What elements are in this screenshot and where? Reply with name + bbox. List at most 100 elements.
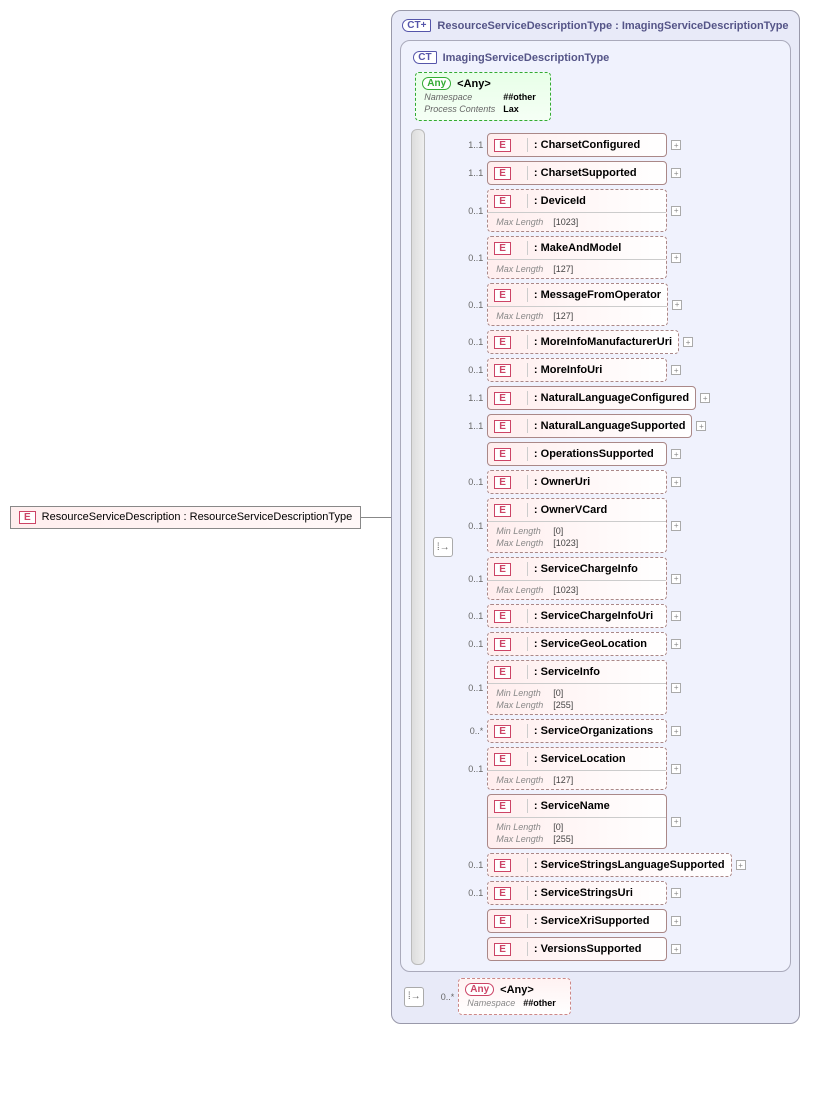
outer-type-header: CT+ ResourceServiceDescriptionType : Ima… (396, 15, 794, 36)
expand-icon[interactable]: + (671, 726, 681, 736)
ref-element[interactable]: E: ServiceNameMin Length[0]Max Length[25… (487, 794, 667, 849)
ref-element[interactable]: E: VersionsSupported (487, 937, 667, 961)
facet-label: Min Length (496, 822, 551, 832)
any-title: <Any> (500, 984, 534, 996)
ref-element[interactable]: E: ServiceChargeInfoMax Length[1023] (487, 557, 667, 600)
ref-element[interactable]: E: ServiceXriSupported (487, 909, 667, 933)
ref-element[interactable]: E: MessageFromOperatorMax Length[127] (487, 283, 668, 326)
facets: Min Length[0]Max Length[1023] (488, 521, 666, 552)
ref-element[interactable]: E: OwnerUri (487, 470, 667, 494)
ref-name: : OperationsSupported (534, 448, 654, 460)
ref-name: : MoreInfoUri (534, 364, 602, 376)
expand-icon[interactable]: + (671, 574, 681, 584)
expand-icon[interactable]: + (672, 300, 682, 310)
inner-type-title: ImagingServiceDescriptionType (443, 52, 610, 64)
ref-element[interactable]: E: NaturalLanguageSupported (487, 414, 692, 438)
separator (527, 942, 528, 956)
element-badge: E (494, 859, 511, 872)
expand-icon[interactable]: + (671, 944, 681, 954)
expand-icon[interactable]: + (671, 449, 681, 459)
expand-icon[interactable]: + (671, 611, 681, 621)
facet-label: Namespace (424, 92, 501, 102)
ref-element[interactable]: E: OperationsSupported (487, 442, 667, 466)
ref-element[interactable]: E: DeviceIdMax Length[1023] (487, 189, 667, 232)
ref-name: : ServiceGeoLocation (534, 638, 647, 650)
expand-icon[interactable]: + (671, 365, 681, 375)
child-row: 0..1E: ServiceGeoLocation+ (457, 632, 745, 656)
ref-name: : OwnerUri (534, 476, 590, 488)
expand-icon[interactable]: + (671, 206, 681, 216)
occurrence: 1..1 (457, 168, 483, 178)
ref-element[interactable]: E: MakeAndModelMax Length[127] (487, 236, 667, 279)
ref-element[interactable]: E: MoreInfoManufacturerUri (487, 330, 679, 354)
expand-icon[interactable]: + (671, 817, 681, 827)
ref-name: : ServiceStringsLanguageSupported (534, 859, 725, 871)
element-badge: E (494, 610, 511, 623)
occurrence: 0..1 (457, 337, 483, 347)
expand-icon[interactable]: + (671, 888, 681, 898)
outer-complex-type: CT+ ResourceServiceDescriptionType : Ima… (391, 10, 799, 1024)
ref-element[interactable]: E: NaturalLanguageConfigured (487, 386, 696, 410)
ref-element[interactable]: E: MoreInfoUri (487, 358, 667, 382)
element-badge: E (494, 887, 511, 900)
sequence-bar (411, 129, 425, 965)
facets: Max Length[1023] (488, 580, 666, 599)
ref-element[interactable]: E: ServiceChargeInfoUri (487, 604, 667, 628)
occurrence: 0..1 (457, 611, 483, 621)
facet-value: [127] (553, 264, 581, 274)
ref-element[interactable]: E : ServiceStringsLanguageSupported (487, 853, 731, 877)
separator (527, 194, 528, 208)
occurrence: 0..1 (457, 521, 483, 531)
ref-element[interactable]: E: CharsetConfigured (487, 133, 667, 157)
ref-element[interactable]: E: CharsetSupported (487, 161, 667, 185)
expand-icon[interactable]: + (671, 764, 681, 774)
ref-name: : ServiceChargeInfo (534, 563, 638, 575)
ref-element[interactable]: E: ServiceLocationMax Length[127] (487, 747, 667, 790)
ref-element[interactable]: E : ServiceStringsUri (487, 881, 667, 905)
occurrence: 0..1 (457, 253, 483, 263)
separator (527, 752, 528, 766)
ref-element[interactable]: E: ServiceInfoMin Length[0]Max Length[25… (487, 660, 667, 715)
expand-icon[interactable]: + (671, 639, 681, 649)
any-wildcard: Any <Any> Namespace##otherProcess Conten… (415, 72, 551, 121)
facet-value: [0] (553, 526, 586, 536)
expand-icon[interactable]: + (671, 140, 681, 150)
sequence-wrap: ⁞→ 1..1E: CharsetConfigured+1..1E: Chars… (407, 129, 783, 965)
expand-icon[interactable]: + (671, 683, 681, 693)
element-badge: E (494, 195, 511, 208)
separator (527, 475, 528, 489)
expand-icon[interactable]: + (671, 168, 681, 178)
element-badge: E (494, 167, 511, 180)
any-badge-icon: Any (422, 77, 451, 90)
ref-name: : ServiceName (534, 800, 610, 812)
occurrence: 1..1 (457, 140, 483, 150)
expand-icon[interactable]: + (671, 477, 681, 487)
element-badge: E (494, 666, 511, 679)
occurrence: 0..* (457, 726, 483, 736)
any-title: <Any> (457, 78, 491, 90)
root-element[interactable]: E ResourceServiceDescription : ResourceS… (10, 506, 361, 529)
expand-icon[interactable]: + (671, 521, 681, 531)
ref-name: : ServiceXriSupported (534, 915, 650, 927)
ref-name: : ServiceStringsUri (534, 887, 633, 899)
facet-value: ##other (523, 998, 562, 1008)
ref-element[interactable]: E: ServiceGeoLocation (487, 632, 667, 656)
ref-name: : ServiceOrganizations (534, 725, 653, 737)
ref-name: : OwnerVCard (534, 504, 607, 516)
ref-element[interactable]: E: OwnerVCardMin Length[0]Max Length[102… (487, 498, 667, 553)
expand-icon[interactable]: + (696, 421, 706, 431)
facets: Min Length[0]Max Length[255] (488, 817, 666, 848)
expand-icon[interactable]: + (671, 916, 681, 926)
connector-line (361, 517, 391, 518)
child-row: E: VersionsSupported + (457, 937, 745, 961)
element-badge: E (19, 511, 36, 524)
expand-icon[interactable]: + (736, 860, 746, 870)
expand-icon[interactable]: + (683, 337, 693, 347)
expand-icon[interactable]: + (671, 253, 681, 263)
separator (527, 419, 528, 433)
occurrence: 0..1 (457, 365, 483, 375)
children-list: 1..1 E: CharsetConfigured +1..1 E: CharsetS… (457, 129, 745, 965)
expand-icon[interactable]: + (700, 393, 710, 403)
facet-value: [1023] (553, 538, 586, 548)
ref-element[interactable]: E: ServiceOrganizations (487, 719, 667, 743)
